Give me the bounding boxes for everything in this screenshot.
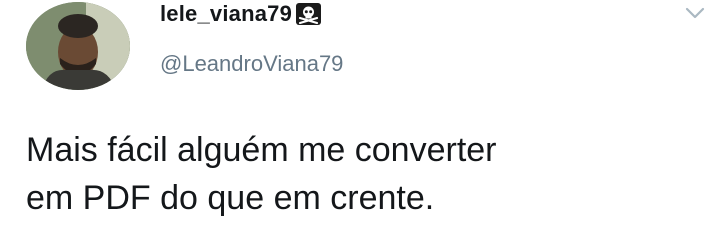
tweet-text: Mais fácil alguém me converter em PDF do…	[26, 126, 706, 222]
tweet-card: lele_viana79 @LeandroViana79 Mais fácil …	[0, 0, 720, 240]
chevron-down-icon[interactable]	[684, 6, 706, 20]
display-name[interactable]: lele_viana79	[160, 1, 322, 27]
tweet-text-line: em PDF do que em crente.	[26, 179, 435, 217]
user-handle[interactable]: @LeandroViana79	[160, 51, 343, 77]
tweet-text-line: Mais fácil alguém me converter	[26, 131, 497, 169]
display-name-label: lele_viana79	[160, 1, 293, 26]
skull-and-crossbones-icon	[296, 3, 322, 25]
avatar[interactable]	[26, 2, 130, 90]
